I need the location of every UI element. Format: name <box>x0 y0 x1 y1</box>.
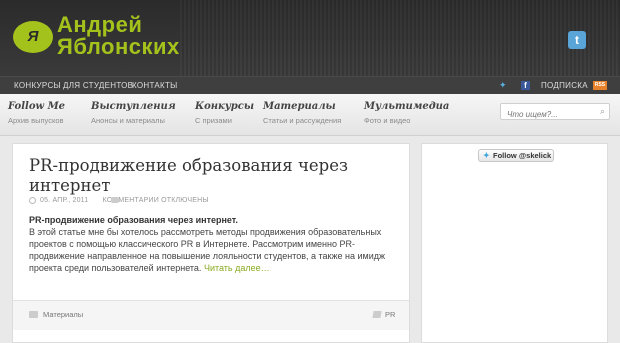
post-excerpt: PR-продвижение образования через интерне… <box>29 214 397 274</box>
post-card: PR-продвижение образования через интерне… <box>12 143 410 343</box>
clock-icon <box>29 197 36 204</box>
menu-item-multimedia[interactable]: Мультимедиа Фото и видео <box>364 100 449 126</box>
subscribe-link[interactable]: ПОДПИСКА <box>541 77 588 94</box>
post-meta: 05. АПР., 2011 КОММЕНТАРИИ ОТКЛЮЧЕНЫ <box>29 197 209 204</box>
menu-item-contests[interactable]: Конкурсы С призами <box>195 100 254 126</box>
menu-item-title: Выступления <box>91 101 176 112</box>
read-more-link[interactable]: Читать далее… <box>204 263 270 273</box>
menu-item-subtitle: Анонсы и материалы <box>91 116 165 125</box>
logo-line-1: Андрей <box>57 12 143 37</box>
folder-icon <box>29 311 38 318</box>
post-footer: Материалы PR <box>13 300 409 330</box>
menu-item-follow-me[interactable]: Follow Me Архив выпусков <box>8 100 65 126</box>
twitter-bird-icon: ✦ <box>483 151 490 160</box>
header-pattern <box>180 0 620 76</box>
twitter-small-icon[interactable]: ✦ <box>499 81 508 90</box>
comment-icon <box>111 197 119 203</box>
menu-item-title: Follow Me <box>8 101 66 112</box>
menu-item-talks[interactable]: Выступления Анонсы и материалы <box>91 100 176 126</box>
follow-label: Follow @skelick <box>493 151 552 160</box>
topnav-item-contests[interactable]: КОНКУРСЫ <box>14 77 61 94</box>
search-box: ⌕ <box>500 103 610 122</box>
top-nav: КОНКУРСЫ ДЛЯ СТУДЕНТОВ КОНТАКТЫ ✦ f ПОДП… <box>0 76 620 94</box>
tag-icon <box>372 311 382 318</box>
sidebar: ✦ Follow @skelick <box>421 143 608 343</box>
facebook-icon[interactable]: f <box>521 81 530 90</box>
search-icon[interactable]: ⌕ <box>600 106 605 117</box>
menu-item-materials[interactable]: Материалы Статьи и рассуждения <box>263 100 341 126</box>
post-category[interactable]: Материалы <box>43 310 83 319</box>
post-lead: PR-продвижение образования через интерне… <box>29 215 238 225</box>
rss-icon[interactable]: RSS <box>593 81 607 90</box>
menu-item-title: Конкурсы <box>195 101 255 112</box>
menu-item-subtitle: Статьи и рассуждения <box>263 116 342 125</box>
menu-item-subtitle: Фото и видео <box>364 116 411 125</box>
twitter-follow-button[interactable]: ✦ Follow @skelick <box>478 149 554 162</box>
twitter-icon[interactable]: t <box>568 31 586 49</box>
menu-item-title: Материалы <box>263 101 336 112</box>
post-title[interactable]: PR-продвижение образования через интерне… <box>29 156 399 196</box>
logo-badge[interactable]: Я <box>13 21 53 53</box>
topnav-item-students[interactable]: ДЛЯ СТУДЕНТОВ <box>63 77 133 94</box>
topnav-item-contacts[interactable]: КОНТАКТЫ <box>132 77 178 94</box>
site-logo[interactable]: Андрей Яблонских <box>57 14 180 58</box>
search-input[interactable] <box>501 107 593 122</box>
post-tag[interactable]: PR <box>385 310 395 319</box>
menu-item-subtitle: Архив выпусков <box>8 116 64 125</box>
site-header: Я Андрей Яблонских t <box>0 0 620 76</box>
menu-item-title: Мультимедиа <box>364 101 450 112</box>
post-date: 05. АПР., 2011 <box>40 197 89 204</box>
menu-item-subtitle: С призами <box>195 116 232 125</box>
logo-line-2: Яблонских <box>57 34 180 59</box>
